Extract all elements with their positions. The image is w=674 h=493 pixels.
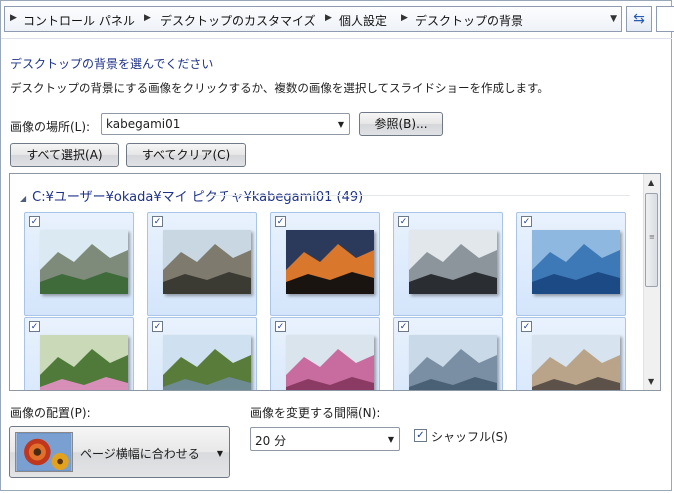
- breadcrumb-arrow-icon[interactable]: ▶: [325, 13, 332, 23]
- thumbnail-tile[interactable]: ✓: [24, 317, 134, 390]
- breadcrumb-desktop-background[interactable]: デスクトップの背景: [415, 12, 523, 29]
- grip-icon: ≡: [649, 233, 655, 241]
- interval-label: 画像を変更する間隔(N):: [250, 406, 381, 420]
- chevron-down-icon: ▼: [337, 120, 344, 129]
- clear-all-button[interactable]: すべてクリア(C): [126, 143, 246, 167]
- thumbnail-checkbox[interactable]: ✓: [521, 216, 532, 227]
- thumbnail-tile[interactable]: ✓: [393, 317, 503, 390]
- location-value: kabegami01: [106, 117, 181, 131]
- thumbnail-checkbox[interactable]: ✓: [29, 321, 40, 332]
- breadcrumb-arrow-icon[interactable]: ▶: [401, 13, 408, 23]
- thumbnail-checkbox[interactable]: ✓: [152, 216, 163, 227]
- sunset-image: [286, 230, 374, 294]
- image-gallery[interactable]: ◢ C:¥ユーザー¥okada¥マイ ピクチャ¥kabegami01 (49) ✓…: [9, 173, 661, 391]
- thumbnail-tile[interactable]: ✓: [24, 212, 134, 316]
- breadcrumb-control-panel[interactable]: コントロール パネル: [23, 12, 135, 29]
- thumbnail-tile[interactable]: ✓: [516, 317, 626, 390]
- snow-rocks-image: [409, 230, 497, 294]
- location-label: 画像の場所(L):: [10, 120, 91, 134]
- position-dropdown[interactable]: ページ横幅に合わせる ▼: [9, 426, 230, 478]
- thumbnail-checkbox[interactable]: ✓: [29, 216, 40, 227]
- flower-preview-icon: [15, 432, 73, 472]
- position-value: ページ横幅に合わせる: [80, 447, 200, 461]
- breadcrumb-arrow-icon[interactable]: ▶: [144, 13, 151, 23]
- vertical-scrollbar[interactable]: ▲ ≡ ▼: [643, 174, 660, 390]
- interval-value: 20 分: [255, 434, 287, 448]
- checkmark-icon: ✓: [416, 430, 425, 441]
- scrollbar-thumb[interactable]: ≡: [645, 193, 658, 287]
- thumbnail-checkbox[interactable]: ✓: [398, 321, 409, 332]
- thumbnail-checkbox[interactable]: ✓: [275, 216, 286, 227]
- flower-field-image: [40, 335, 128, 390]
- divider: [1, 38, 672, 39]
- breadcrumb-personalize[interactable]: 個人設定: [339, 12, 387, 29]
- mountain-range-image: [40, 230, 128, 294]
- thumbnail-checkbox[interactable]: ✓: [521, 321, 532, 332]
- group-divider: [210, 195, 630, 196]
- position-label: 画像の配置(P):: [10, 406, 91, 420]
- rock-peak-image: [163, 230, 251, 294]
- thumbnail-tile[interactable]: ✓: [516, 212, 626, 316]
- thumbnail-tile[interactable]: ✓: [270, 317, 380, 390]
- address-bar[interactable]: ▶ コントロール パネル ▶ デスクトップのカスタマイズ ▶ 個人設定 ▶ デス…: [4, 6, 622, 32]
- scroll-down-icon[interactable]: ▼: [648, 377, 654, 386]
- group-title: C:¥ユーザー¥okada¥マイ ピクチャ¥kabegami01 (49): [32, 190, 364, 205]
- refresh-button[interactable]: ⇆: [626, 6, 652, 32]
- thumbnail-checkbox[interactable]: ✓: [398, 216, 409, 227]
- location-select[interactable]: kabegami01 ▼: [101, 113, 350, 135]
- chevron-down-icon[interactable]: ▼: [610, 14, 617, 24]
- breadcrumb-arrow-icon[interactable]: ▶: [10, 13, 17, 23]
- collapse-triangle-icon[interactable]: ◢: [20, 194, 26, 203]
- shuffle-label[interactable]: シャッフル(S): [431, 428, 508, 445]
- old-building-image: [532, 335, 620, 390]
- breadcrumb-desktop-customize[interactable]: デスクトップのカスタマイズ: [160, 12, 316, 29]
- port-city-image: [409, 335, 497, 390]
- thumbnail-checkbox[interactable]: ✓: [152, 321, 163, 332]
- interval-select[interactable]: 20 分 ▼: [250, 427, 400, 451]
- select-all-button[interactable]: すべて選択(A): [10, 143, 119, 167]
- scroll-up-icon[interactable]: ▲: [648, 178, 654, 187]
- park-view-image: [163, 335, 251, 390]
- thumbnail-tile[interactable]: ✓: [147, 212, 257, 316]
- refresh-icon: ⇆: [633, 11, 645, 27]
- harbor-ship-image: [532, 230, 620, 294]
- thumbnail-tile[interactable]: ✓: [270, 212, 380, 316]
- search-box[interactable]: [656, 6, 674, 32]
- browse-button[interactable]: 参照(B)...: [359, 112, 443, 136]
- page-title: デスクトップの背景を選んでください: [10, 57, 214, 71]
- thumbnail-tile[interactable]: ✓: [393, 212, 503, 316]
- chevron-down-icon: ▼: [387, 435, 394, 444]
- thumbnail-tile[interactable]: ✓: [147, 317, 257, 390]
- chevron-down-icon: ▼: [216, 449, 223, 458]
- thumbnail-checkbox[interactable]: ✓: [275, 321, 286, 332]
- pink-flowers-image: [286, 335, 374, 390]
- shuffle-checkbox[interactable]: ✓: [414, 429, 427, 442]
- page-description: デスクトップの背景にする画像をクリックするか、複数の画像を選択してスライドショー…: [10, 81, 549, 95]
